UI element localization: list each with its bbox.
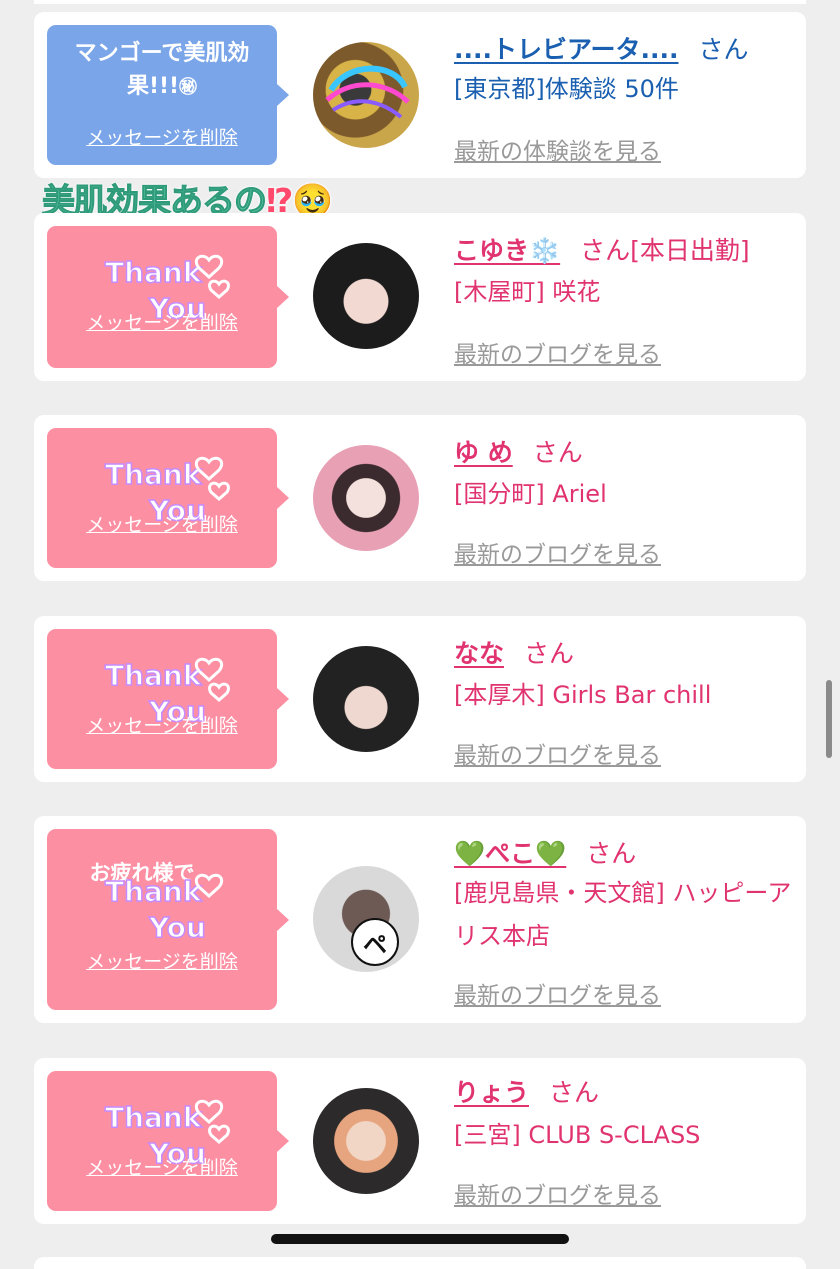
delete-message-link[interactable]: メッセージを削除 bbox=[47, 123, 277, 150]
name-row: なな さん bbox=[454, 639, 575, 668]
message-bubble: Thank You メッセージを削除 bbox=[47, 629, 289, 769]
message-card: Thank You メッセージを削除 りょう さん [三宮] CLUB S-CLA… bbox=[34, 1058, 806, 1224]
latest-link[interactable]: 最新のブログを見る bbox=[454, 736, 661, 770]
delete-message-link[interactable]: メッセージを削除 bbox=[47, 510, 277, 537]
shop-info: [東京都]体験談 50件 bbox=[454, 75, 679, 103]
avatar[interactable] bbox=[313, 445, 419, 551]
shop-info: [三宮] CLUB S-CLASS bbox=[454, 1121, 701, 1149]
next-card-edge bbox=[34, 1257, 806, 1269]
svg-text:Thank: Thank bbox=[105, 256, 203, 289]
delete-message-link[interactable]: メッセージを削除 bbox=[47, 711, 277, 738]
avatar[interactable] bbox=[313, 243, 419, 349]
shop-info: [本厚木] Girls Bar chill bbox=[454, 681, 712, 709]
message-card: マンゴーで美肌効果!!!㊙ メッセージを削除 ....トレビアータ.... さん … bbox=[34, 12, 806, 178]
home-indicator[interactable] bbox=[271, 1234, 569, 1244]
svg-text:Thank: Thank bbox=[105, 875, 203, 908]
name-row: りょう さん bbox=[454, 1078, 600, 1107]
delete-message-link[interactable]: メッセージを削除 bbox=[47, 1153, 277, 1180]
message-bubble: Thank You メッセージを削除 bbox=[47, 1071, 289, 1211]
girl-name-link[interactable]: なな bbox=[454, 639, 504, 668]
shop-info: [木屋町] 咲花 bbox=[454, 278, 601, 306]
shop-info: [鹿児島県・天文館] ハッピーアリス本店 bbox=[454, 879, 792, 950]
delete-message-link[interactable]: メッセージを削除 bbox=[47, 308, 277, 335]
message-card: Thank You メッセージを削除 ゆ めさん [国分町] Ariel 最新の… bbox=[34, 415, 806, 581]
girl-name-link[interactable]: りょう bbox=[454, 1078, 529, 1107]
name-row: 💚ぺこ💚 さん bbox=[454, 839, 637, 868]
thank-you-sticker: Thank You bbox=[104, 873, 224, 945]
girl-name-link[interactable]: ゆ め bbox=[454, 438, 513, 467]
name-row: こゆき❄️ さん[本日出勤] bbox=[454, 236, 750, 265]
avatar[interactable] bbox=[313, 1088, 419, 1194]
svg-text:Thank: Thank bbox=[105, 458, 203, 491]
message-bubble: Thank You メッセージを削除 bbox=[47, 226, 289, 368]
latest-link[interactable]: 最新のブログを見る bbox=[454, 535, 661, 569]
svg-text:You: You bbox=[148, 911, 206, 944]
message-bubble: お疲れ様で Thank You メッセージを削除 bbox=[47, 829, 289, 1010]
message-card: Thank You メッセージを削除 なな さん [本厚木] Girls Bar … bbox=[34, 616, 806, 782]
svg-text:Thank: Thank bbox=[105, 1101, 203, 1134]
latest-link[interactable]: 最新のブログを見る bbox=[454, 1176, 661, 1210]
svg-text:Thank: Thank bbox=[105, 659, 203, 692]
avatar[interactable] bbox=[313, 42, 419, 148]
message-card: お疲れ様で Thank You メッセージを削除 ペ 💚ぺこ💚 さん [鹿児島県・… bbox=[34, 816, 806, 1023]
avatar[interactable]: ペ bbox=[313, 866, 419, 972]
message-card: Thank You メッセージを削除 こゆき❄️ さん[本日出勤] [木屋町] 咲… bbox=[34, 213, 806, 381]
delete-message-link[interactable]: メッセージを削除 bbox=[47, 947, 277, 974]
latest-link[interactable]: 最新の体験談を見る bbox=[454, 132, 661, 166]
scrollbar[interactable] bbox=[826, 680, 832, 758]
girl-name-link[interactable]: ....トレビアータ.... bbox=[454, 35, 678, 64]
girl-name-link[interactable]: こゆき❄️ bbox=[454, 236, 560, 265]
name-row: ゆ めさん bbox=[454, 438, 583, 467]
girl-name-link[interactable]: 💚ぺこ💚 bbox=[454, 839, 566, 868]
latest-link[interactable]: 最新のブログを見る bbox=[454, 335, 661, 369]
avatar-sticker: ペ bbox=[351, 918, 399, 966]
latest-link[interactable]: 最新のブログを見る bbox=[454, 976, 661, 1010]
message-bubble: Thank You メッセージを削除 bbox=[47, 428, 289, 568]
avatar-swirl-graphic bbox=[325, 65, 410, 119]
message-bubble: マンゴーで美肌効果!!!㊙ メッセージを削除 bbox=[47, 25, 289, 165]
working-today-badge: [本日出勤] bbox=[630, 236, 750, 265]
secret-stamp-icon: ㊙ bbox=[179, 77, 198, 98]
shop-info: [国分町] Ariel bbox=[454, 480, 607, 508]
previous-card-edge bbox=[34, 0, 806, 4]
name-row: ....トレビアータ.... さん bbox=[454, 35, 749, 64]
bubble-message: マンゴーで美肌効果!!!㊙ bbox=[74, 41, 250, 99]
avatar[interactable] bbox=[313, 646, 419, 752]
